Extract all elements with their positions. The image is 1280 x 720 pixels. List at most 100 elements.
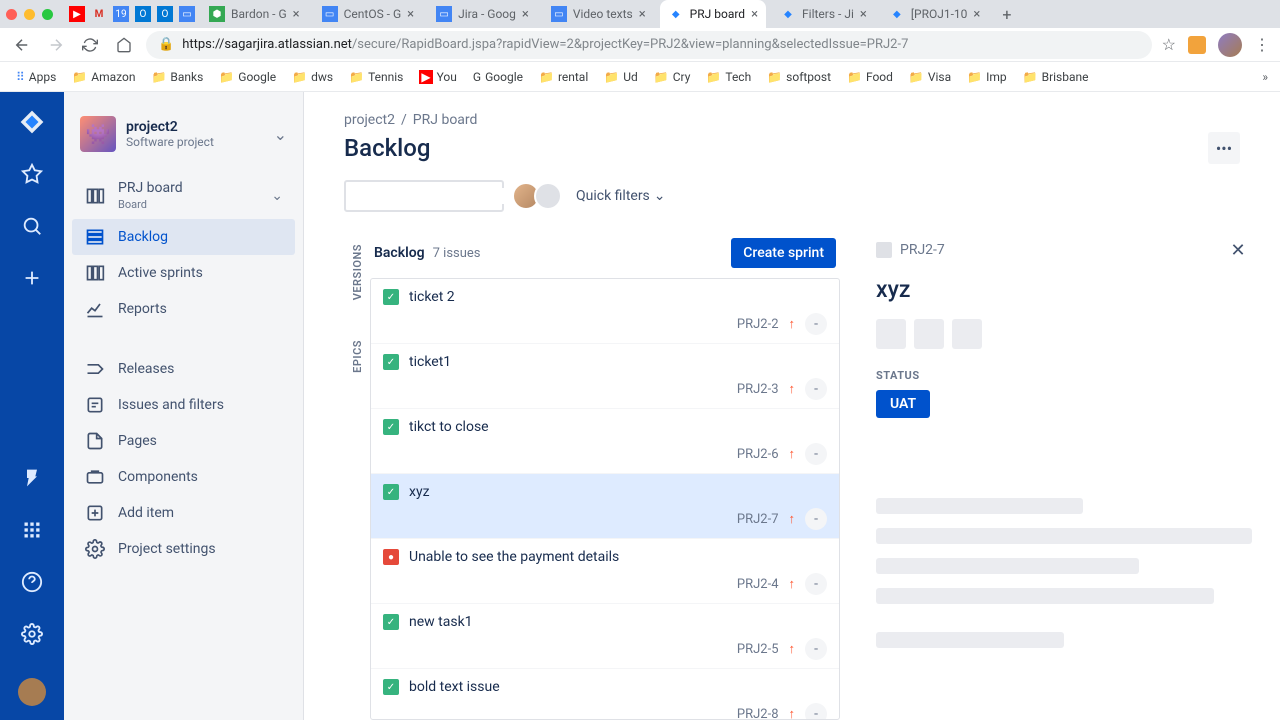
- settings-icon[interactable]: [16, 618, 48, 650]
- bookmark-google2[interactable]: GGoogle: [469, 68, 527, 86]
- status-dropdown[interactable]: UAT: [876, 390, 930, 418]
- tab-bardon[interactable]: ⬢Bardon - G×: [201, 0, 308, 28]
- tab-icon-outlook2[interactable]: O: [157, 6, 173, 22]
- detail-action-button[interactable]: [914, 319, 944, 349]
- assignee-none-icon[interactable]: -: [805, 573, 827, 595]
- breadcrumb-board[interactable]: PRJ board: [413, 112, 478, 128]
- search-input[interactable]: [344, 180, 504, 212]
- sidebar-item-releases[interactable]: Releases: [72, 351, 295, 387]
- breadcrumb-project[interactable]: project2: [344, 112, 395, 128]
- issue-row[interactable]: xyz PRJ2-7↑-: [371, 474, 839, 539]
- project-switcher[interactable]: 👾 project2 Software project ⌄: [64, 108, 303, 172]
- bookmark-you[interactable]: ▶You: [415, 68, 461, 86]
- close-icon[interactable]: ×: [973, 7, 980, 22]
- close-icon[interactable]: ×: [860, 7, 867, 22]
- bookmark-apps[interactable]: ⠿Apps: [12, 68, 60, 86]
- search-icon[interactable]: [16, 210, 48, 242]
- bookmark-dws[interactable]: 📁dws: [288, 68, 337, 86]
- bookmark-amazon[interactable]: 📁Amazon: [68, 68, 139, 86]
- issue-row[interactable]: new task1 PRJ2-5↑-: [371, 604, 839, 669]
- avatar-unassigned-icon[interactable]: [534, 182, 562, 210]
- close-icon[interactable]: ×: [293, 7, 300, 22]
- tab-icon-outlook1[interactable]: O: [135, 6, 151, 22]
- sidebar-item-project-settings[interactable]: Project settings: [72, 531, 295, 567]
- forward-button[interactable]: [44, 33, 68, 57]
- tab-filters[interactable]: ◆Filters - Ji×: [772, 0, 875, 28]
- close-panel-button[interactable]: ✕: [1224, 236, 1252, 264]
- tab-video-texts[interactable]: ▭Video texts×: [543, 0, 654, 28]
- assignee-none-icon[interactable]: -: [805, 443, 827, 465]
- extension-icon[interactable]: [1188, 36, 1206, 54]
- tab-proj1[interactable]: ◆[PROJ1-10×: [881, 0, 989, 28]
- bookmark-imp[interactable]: 📁Imp: [963, 68, 1010, 86]
- versions-panel-tab[interactable]: VERSIONS: [351, 244, 364, 300]
- issue-row[interactable]: tikct to close PRJ2-6↑-: [371, 409, 839, 474]
- create-icon[interactable]: [16, 262, 48, 294]
- bookmark-tennis[interactable]: 📁Tennis: [345, 68, 407, 86]
- issue-row[interactable]: bold text issue PRJ2-8↑-: [371, 669, 839, 720]
- new-tab-button[interactable]: +: [994, 5, 1019, 24]
- issue-row[interactable]: Unable to see the payment details PRJ2-4…: [371, 539, 839, 604]
- close-icon[interactable]: ×: [639, 7, 646, 22]
- detail-action-button[interactable]: [952, 319, 982, 349]
- search-field[interactable]: [354, 188, 532, 204]
- bookmark-food[interactable]: 📁Food: [843, 68, 897, 86]
- tab-icon-calendar[interactable]: 19: [113, 6, 129, 22]
- bookmark-google[interactable]: 📁Google: [215, 68, 280, 86]
- bookmark-star-icon[interactable]: ☆: [1162, 35, 1176, 54]
- bookmark-softpost[interactable]: 📁softpost: [763, 68, 835, 86]
- detail-issue-title[interactable]: xyz: [876, 276, 1252, 303]
- help-icon[interactable]: [16, 566, 48, 598]
- sidebar-item-board[interactable]: PRJ board Board ⌄: [72, 172, 295, 219]
- bookmark-tech[interactable]: 📁Tech: [702, 68, 755, 86]
- jira-logo-icon[interactable]: [16, 106, 48, 138]
- address-bar[interactable]: 🔒 https://sagarjira.atlassian.net/secure…: [146, 31, 1152, 59]
- chrome-profile-avatar[interactable]: [1218, 33, 1242, 57]
- tab-icon-youtube[interactable]: ▶: [69, 6, 85, 22]
- assignee-none-icon[interactable]: -: [805, 638, 827, 660]
- bookmark-visa[interactable]: 📁Visa: [905, 68, 955, 86]
- sidebar-item-backlog[interactable]: Backlog: [72, 219, 295, 255]
- close-icon[interactable]: ×: [751, 7, 758, 22]
- bookmark-banks[interactable]: 📁Banks: [147, 68, 207, 86]
- more-actions-button[interactable]: •••: [1208, 132, 1240, 164]
- issue-row[interactable]: ticket1 PRJ2-3↑-: [371, 344, 839, 409]
- detail-issue-key[interactable]: PRJ2-7: [900, 242, 945, 258]
- notification-icon[interactable]: [16, 462, 48, 494]
- chevron-down-icon[interactable]: ⌄: [271, 188, 283, 204]
- sidebar-item-issues-filters[interactable]: Issues and filters: [72, 387, 295, 423]
- bookmarks-overflow-icon[interactable]: »: [1262, 70, 1268, 84]
- user-avatar[interactable]: [18, 678, 46, 706]
- tab-prj-board[interactable]: ◆PRJ board×: [660, 0, 766, 28]
- epics-panel-tab[interactable]: EPICS: [351, 340, 364, 373]
- star-icon[interactable]: [16, 158, 48, 190]
- sidebar-item-pages[interactable]: Pages: [72, 423, 295, 459]
- sidebar-item-reports[interactable]: Reports: [72, 291, 295, 327]
- close-icon[interactable]: ×: [407, 7, 414, 22]
- app-switcher-icon[interactable]: [16, 514, 48, 546]
- issue-row[interactable]: ticket 2 PRJ2-2↑-: [371, 279, 839, 344]
- assignee-none-icon[interactable]: -: [805, 508, 827, 530]
- assignee-none-icon[interactable]: -: [805, 703, 827, 720]
- tab-icon-gdocs[interactable]: ▭: [179, 6, 195, 22]
- home-button[interactable]: [112, 33, 136, 57]
- detail-action-button[interactable]: [876, 319, 906, 349]
- sidebar-item-active-sprints[interactable]: Active sprints: [72, 255, 295, 291]
- assignee-none-icon[interactable]: -: [805, 313, 827, 335]
- close-icon[interactable]: ×: [522, 7, 529, 22]
- window-controls[interactable]: [6, 9, 53, 20]
- sidebar-item-components[interactable]: Components: [72, 459, 295, 495]
- back-button[interactable]: [10, 33, 34, 57]
- tab-centos[interactable]: ▭CentOS - G×: [314, 0, 423, 28]
- assignee-filter[interactable]: [518, 182, 562, 210]
- chevron-down-icon[interactable]: ⌄: [274, 125, 287, 144]
- issue-type-icon[interactable]: [876, 242, 892, 258]
- bookmark-brisbane[interactable]: 📁Brisbane: [1019, 68, 1093, 86]
- tab-icon-gmail[interactable]: M: [91, 6, 107, 22]
- quick-filters-dropdown[interactable]: Quick filters ⌄: [576, 188, 666, 204]
- sidebar-item-add-item[interactable]: Add item: [72, 495, 295, 531]
- tab-jira-doc[interactable]: ▭Jira - Goog×: [428, 0, 537, 28]
- reload-button[interactable]: [78, 33, 102, 57]
- assignee-none-icon[interactable]: -: [805, 378, 827, 400]
- bookmark-rental[interactable]: 📁rental: [535, 68, 592, 86]
